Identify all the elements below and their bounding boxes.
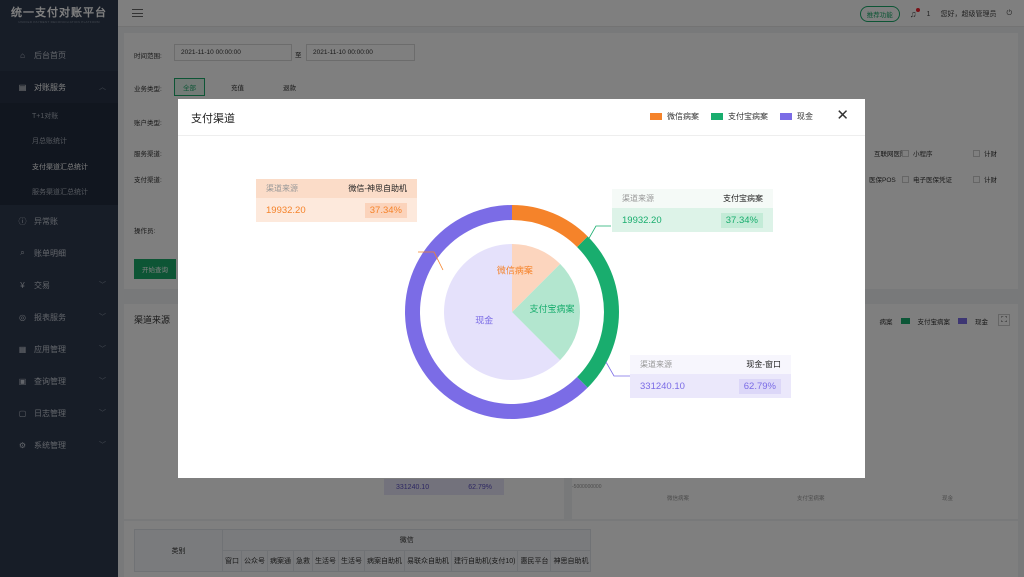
modal-header: 支付渠道 微信病案 支付宝病案 现金 ✕ [178,99,865,136]
tooltip-cash: 渠道来源 现金-窗口 331240.10 62.79% [630,355,791,398]
tooltip-row: 19932.20 37.34% [612,208,773,232]
leader-line [587,225,611,241]
tooltip-header-right: 现金-窗口 [746,360,781,369]
tooltip-header: 渠道来源 支付宝病案 [612,189,773,208]
tooltip-header: 渠道来源 微信-神思自助机 [256,179,417,198]
legend-swatch [780,113,792,120]
inner-label-0: 微信病案 [497,264,533,275]
tooltip-value: 19932.20 [622,214,662,226]
leader-line [605,361,630,377]
outer-slice-0[interactable] [512,205,588,247]
tooltip-header-right: 微信-神思自助机 [348,184,407,193]
legend-label: 微信病案 [667,112,699,121]
tooltip-row: 331240.10 62.79% [630,374,791,398]
tooltip-header-left: 渠道来源 [622,194,654,203]
tooltip-value: 19932.20 [266,204,306,216]
close-icon[interactable]: ✕ [836,108,849,123]
tooltip-pct: 62.79% [738,378,781,394]
inner-label-1: 支付宝病案 [529,303,574,314]
tooltip-header-left: 渠道来源 [640,360,672,369]
outer-slice-1[interactable] [577,236,619,388]
legend-swatch [711,113,723,120]
tooltip-row: 19932.20 37.34% [256,198,417,222]
modal-title: 支付渠道 [191,113,235,125]
tooltip-value: 331240.10 [640,380,685,392]
legend-label: 现金 [797,112,813,121]
pay-channel-modal: 支付渠道 微信病案 支付宝病案 现金 ✕ 微信病案支付宝病案现金 渠道来源 [178,99,865,478]
tooltip-header-left: 渠道来源 [266,184,298,193]
legend-item-wechat[interactable]: 微信病案 [650,111,699,122]
legend-item-alipay[interactable]: 支付宝病案 [711,111,768,122]
tooltip-alipay: 渠道来源 支付宝病案 19932.20 37.34% [612,189,773,232]
chart-legend: 微信病案 支付宝病案 现金 [650,111,813,122]
legend-item-cash[interactable]: 现金 [780,111,813,122]
tooltip-pct: 37.34% [364,202,407,218]
inner-label-2: 现金 [475,314,493,325]
legend-swatch [650,113,662,120]
legend-label: 支付宝病案 [728,112,768,121]
tooltip-pct: 37.34% [720,212,763,228]
tooltip-header-right: 支付宝病案 [723,194,763,203]
tooltip-header: 渠道来源 现金-窗口 [630,355,791,374]
tooltip-wechat: 渠道来源 微信-神思自助机 19932.20 37.34% [256,179,417,222]
